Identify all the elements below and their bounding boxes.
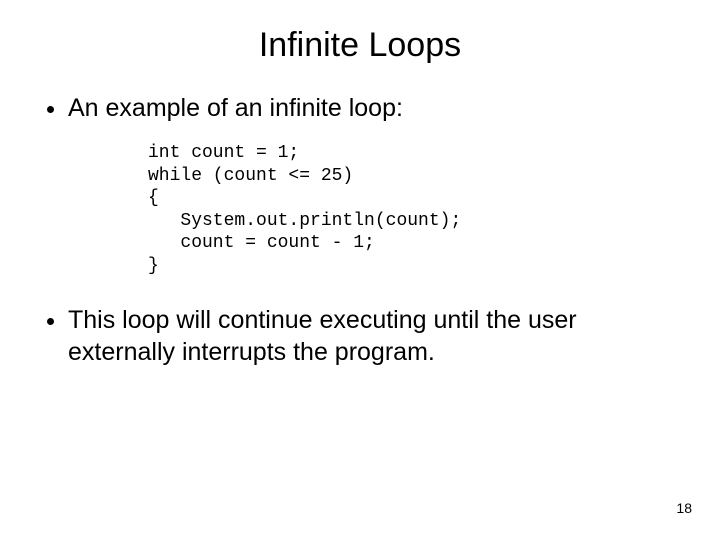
slide: Infinite Loops An example of an infinite… <box>0 0 720 540</box>
slide-title: Infinite Loops <box>40 26 680 65</box>
page-number: 18 <box>676 500 692 516</box>
bullet-list: An example of an infinite loop: <box>40 93 680 124</box>
bullet-item-2: This loop will continue executing until … <box>68 305 680 368</box>
code-block: int count = 1; while (count <= 25) { Sys… <box>148 142 680 277</box>
bullet-item-1: An example of an infinite loop: <box>68 93 680 124</box>
bullet-list-2: This loop will continue executing until … <box>40 305 680 368</box>
